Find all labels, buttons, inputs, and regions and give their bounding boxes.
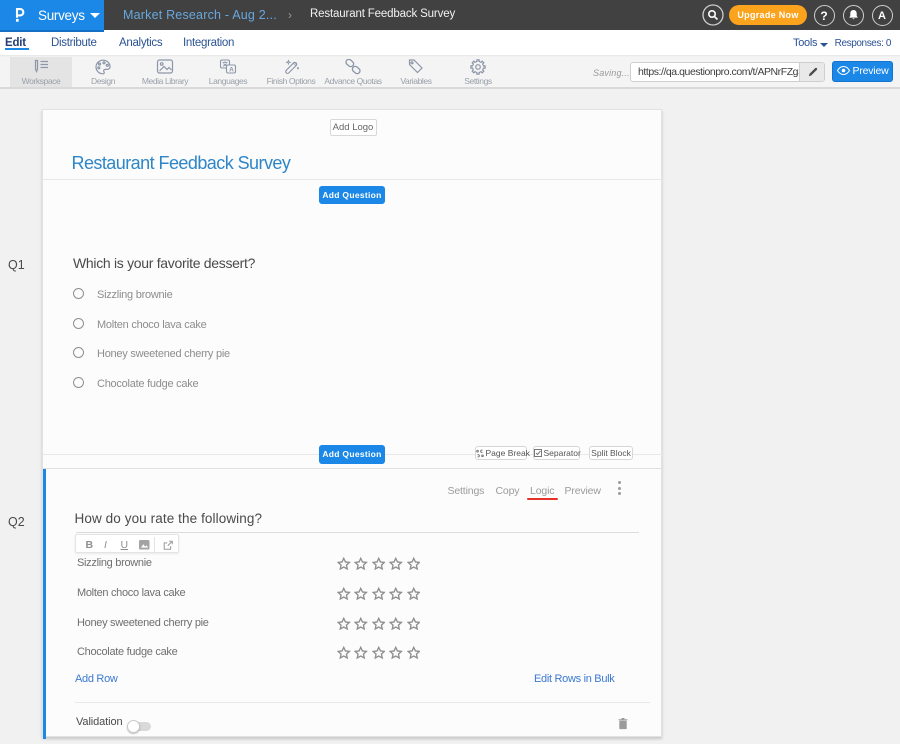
svg-text:A: A xyxy=(229,66,234,73)
